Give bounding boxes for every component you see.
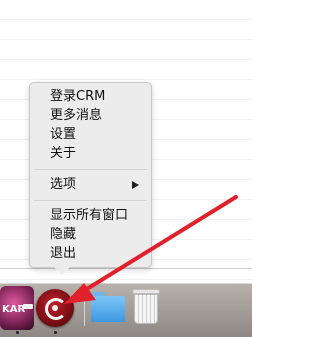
red-arrow-annotation (64, 195, 238, 304)
arrow-shaft (80, 195, 238, 294)
